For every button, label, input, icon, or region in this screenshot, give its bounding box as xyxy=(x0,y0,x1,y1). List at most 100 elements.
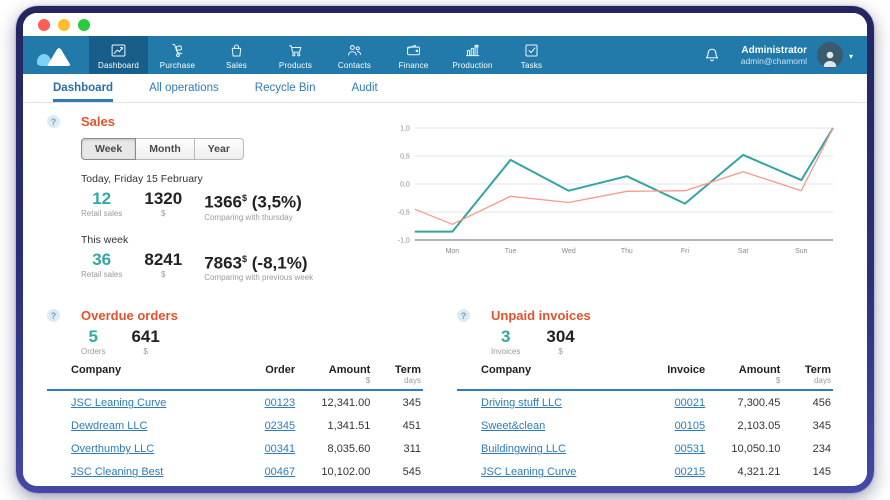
bottom-panels: Overdue orders 5Orders 641$ Company Order A… xyxy=(47,308,841,483)
svg-text:0,5: 0,5 xyxy=(400,153,410,160)
nav-tab-purchase[interactable]: Purchase xyxy=(148,36,207,74)
term-cell: 234 xyxy=(812,443,831,456)
sales-help-icon[interactable] xyxy=(47,115,60,128)
sales-chart-area: 1,0 0,5 0,0 -0,5 -1,0 Mon Tue Wed Thu Fri Sat Sun xyxy=(385,114,841,294)
svg-text:Sun: Sun xyxy=(795,248,807,255)
period-button-year[interactable]: Year xyxy=(194,138,244,160)
company-link[interactable]: Overthumby LLC xyxy=(71,443,154,455)
stat-: 1320 $ xyxy=(144,189,182,218)
period-button-month[interactable]: Month xyxy=(136,138,195,160)
stat-orders: 5 Orders xyxy=(81,327,105,356)
company-cell: Sweet&clean xyxy=(457,414,622,437)
order-cell: 00467 xyxy=(212,460,296,483)
table-row: Overthumby LLC 00341 8,035.60 311 xyxy=(47,437,423,460)
table-header-row: Company Order Amount $ Term days xyxy=(47,362,423,392)
svg-text:Fri: Fri xyxy=(681,248,690,255)
stat-value: 8241 xyxy=(144,249,183,269)
stat-: 8241 $ xyxy=(144,250,182,279)
nav-tab-products[interactable]: Products xyxy=(266,36,325,74)
week-stats-row: 36 Retail sales 8241 $7863$ (-8,1%) Comparin… xyxy=(81,250,385,283)
company-link[interactable]: JSC Leaning Curve xyxy=(71,397,166,409)
user-menu[interactable]: Administrator admin@chamoml xyxy=(741,45,807,66)
shopping-bag-icon xyxy=(228,42,245,59)
company-link[interactable]: JSC Leaning Curve xyxy=(481,466,576,478)
order-link[interactable]: 00123 xyxy=(265,397,296,409)
overdue-orders-table: Company Order Amount $ Term days JSC Leaning … xyxy=(47,362,423,483)
column-label: Company xyxy=(71,364,122,377)
svg-text:Mon: Mon xyxy=(446,248,460,255)
minimize-button[interactable] xyxy=(58,18,70,31)
subnav-item-dashboard[interactable]: Dashboard xyxy=(53,74,114,102)
column-sub-label xyxy=(481,376,622,385)
column-label: Term xyxy=(394,364,421,377)
table-row: JSC Leaning Curve 00215 4,321.21 145 xyxy=(457,460,833,483)
stat-label: Retail sales xyxy=(81,269,123,279)
company-link[interactable]: JSC Cleaning Best xyxy=(71,466,163,478)
navbar-right: Administrator admin@chamoml xyxy=(703,36,867,74)
unpaid-invoices-table: Company Invoice Amount $ Term days Driving st… xyxy=(457,362,833,483)
nav-tab-label: Finance xyxy=(398,61,429,70)
svg-text:-1,0: -1,0 xyxy=(398,237,410,244)
nav-tab-production[interactable]: Production xyxy=(443,36,502,74)
company-cell: Dewdream LLC xyxy=(47,414,212,437)
overdue-orders-help-icon[interactable] xyxy=(47,309,60,323)
stat-: 641 $ xyxy=(131,327,159,356)
notifications-bell-icon[interactable] xyxy=(703,46,721,64)
order-link[interactable]: 00467 xyxy=(265,466,296,478)
avatar[interactable] xyxy=(816,42,843,68)
invoice-link[interactable]: 00531 xyxy=(675,443,706,455)
column-sub-label xyxy=(212,376,295,385)
invoice-link[interactable]: 00021 xyxy=(675,397,706,409)
invoice-link[interactable]: 00105 xyxy=(675,420,706,432)
nav-tab-label: Dashboard xyxy=(98,61,139,70)
stat-comparing-with-thursday: 1366$ (3,5%) Comparing with thursday xyxy=(204,189,302,222)
company-link[interactable]: Dewdream LLC xyxy=(71,420,147,432)
overdue-orders-summary: 5 Orders 641 $ xyxy=(81,327,423,356)
sales-stats-column: Sales WeekMonthYear Today, Friday 15 Feb… xyxy=(47,114,385,294)
unpaid-invoices-help-icon[interactable] xyxy=(457,309,470,323)
subnav-item-audit[interactable]: Audit xyxy=(351,74,377,102)
company-link[interactable]: Driving stuff LLC xyxy=(481,397,562,409)
subnav-item-all-operations[interactable]: All operations xyxy=(149,74,219,102)
zoom-button[interactable] xyxy=(78,18,90,31)
company-link[interactable]: Sweet&clean xyxy=(481,420,545,432)
order-link[interactable]: 02345 xyxy=(265,420,296,432)
user-menu-caret-icon[interactable] xyxy=(849,46,853,64)
column-sub-label: $ xyxy=(365,376,371,386)
overdue-orders-title: Overdue orders xyxy=(81,308,178,324)
nav-tab-dashboard[interactable]: Dashboard xyxy=(89,36,148,74)
stat-retail-sales: 36 Retail sales xyxy=(81,250,122,279)
unpaid-invoices-panel: Unpaid invoices 3Invoices304$ CompanyInv… xyxy=(457,308,833,483)
table-row: Sweet&clean 00105 2,103.05 345 xyxy=(457,414,833,437)
svg-text:Sat: Sat xyxy=(738,248,748,255)
stat-value: 304 xyxy=(546,327,575,347)
column-sub-label xyxy=(622,376,705,385)
nav-tab-finance[interactable]: Finance xyxy=(384,36,443,74)
amount-cell: 12,341.00 xyxy=(321,397,371,410)
company-link[interactable]: Buildingwing LLC xyxy=(481,443,566,455)
company-cell: JSC Cleaning Best xyxy=(47,460,212,483)
today-stats-row: 12 Retail sales 1320 $1366$ (3,5%) Comparing… xyxy=(81,189,385,222)
nav-tab-contacts[interactable]: Contacts xyxy=(325,36,384,74)
table-row: JSC Cleaning Best 00467 10,102.00 545 xyxy=(47,460,423,483)
column-header-order: Order xyxy=(212,362,296,392)
term-cell: 311 xyxy=(403,443,421,456)
logo-mountain-shape xyxy=(47,48,71,66)
period-button-week[interactable]: Week xyxy=(81,138,137,160)
nav-tab-sales[interactable]: Sales xyxy=(207,36,266,74)
nav-tab-tasks[interactable]: Tasks xyxy=(502,36,561,74)
svg-text:-0,5: -0,5 xyxy=(398,209,410,216)
column-label: Amount xyxy=(328,364,371,377)
close-button[interactable] xyxy=(38,18,50,31)
column-header-term: Term days xyxy=(370,362,423,392)
app-logo[interactable] xyxy=(37,36,73,74)
subnav-item-recycle-bin[interactable]: Recycle Bin xyxy=(255,74,316,102)
order-link[interactable]: 00341 xyxy=(265,443,296,455)
sales-section-header: Sales xyxy=(47,114,385,129)
invoice-link[interactable]: 00215 xyxy=(675,466,706,478)
secondary-nav: Dashboard All operations Recycle Bin Audit xyxy=(23,74,867,103)
stat-label: $ xyxy=(161,269,166,279)
overdue-orders-panel: Overdue orders 5Orders 641$ Company Order A… xyxy=(47,308,423,483)
column-sub-label: $ xyxy=(775,376,781,386)
checkbox-icon xyxy=(523,42,540,59)
